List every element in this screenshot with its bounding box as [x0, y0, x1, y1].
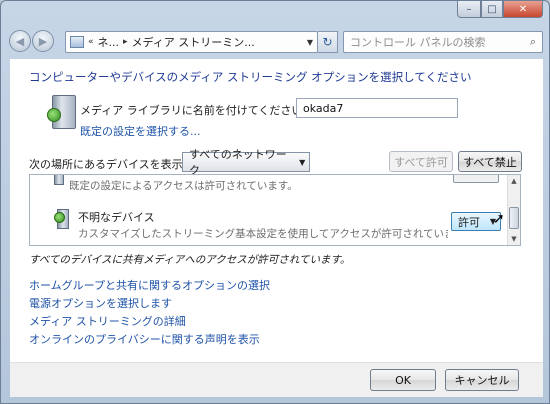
breadcrumb-separator[interactable]: ▸ [123, 37, 128, 47]
privacy-statement-link[interactable]: オンラインのプライバシーに関する声明を表示 [29, 331, 260, 347]
homegroup-options-link[interactable]: ホームグループと共有に関するオプションの選択 [29, 277, 270, 293]
library-name-input[interactable] [296, 98, 458, 118]
minimize-button[interactable]: – [457, 1, 481, 18]
caption-buttons: – □ ✕ [457, 1, 543, 18]
device-description: カスタマイズしたストリーミング基本設定を使用してアクセスが許可されていま... [78, 228, 448, 240]
streaming-details-link[interactable]: メディア ストリーミングの詳細 [29, 313, 186, 329]
search-icon[interactable]: ⌕ [524, 35, 542, 49]
search-placeholder: コントロール パネルの検索 [350, 36, 486, 49]
breadcrumb-network[interactable]: ネ... [98, 34, 120, 50]
maximize-button[interactable]: □ [481, 1, 503, 18]
media-library-icon [47, 95, 76, 129]
window: – □ ✕ ◀ ▶ « ネ... ▸ メディア ストリーミン... ▼ ↻ コン… [0, 0, 550, 404]
control-panel-icon [70, 36, 84, 48]
address-bar[interactable]: « ネ... ▸ メディア ストリーミン... ▼ [65, 31, 318, 53]
ok-button[interactable]: OK [370, 369, 436, 391]
scroll-down-icon[interactable]: ▼ [508, 233, 520, 245]
close-button[interactable]: ✕ [503, 1, 543, 18]
page-title: コンピューターやデバイスのメディア ストリーミング オプションを選択してください [29, 70, 472, 84]
breadcrumb-media-streaming[interactable]: メディア ストリーミン... [132, 34, 255, 50]
list-item[interactable]: 既定の設定によるアクセスは許可されています。 [30, 175, 508, 197]
device-name[interactable]: 不明なデバイス [78, 209, 155, 225]
allow-all-button[interactable]: すべて許可 [389, 151, 453, 172]
library-name-label: メディア ライブラリに名前を付けてください: [80, 104, 307, 117]
address-dropdown-icon[interactable]: ▼ [303, 38, 317, 47]
scrollbar[interactable]: ▲ ▼ [507, 175, 520, 245]
status-text: すべてのデバイスに共有メディアへのアクセスが許可されています。 [29, 254, 351, 266]
list-item[interactable]: 不明なデバイス カスタマイズしたストリーミング基本設定を使用してアクセスが許可さ… [30, 201, 508, 243]
device-icon [54, 175, 64, 185]
chevron-down-icon: ▼ [299, 157, 306, 167]
block-all-button[interactable]: すべて禁止 [458, 151, 522, 172]
dialog-footer: OK キャンセル [10, 362, 543, 397]
breadcrumb-overflow[interactable]: « [88, 37, 94, 47]
search-input[interactable]: コントロール パネルの検索 ⌕ [343, 31, 543, 53]
device-list: 既定の設定によるアクセスは許可されています。 不明なデバイス カスタマイズしたス… [29, 174, 521, 246]
network-select[interactable]: すべてのネットワーク ▼ [182, 148, 310, 177]
permission-value: 許可 [458, 215, 480, 229]
default-settings-link[interactable]: 既定の設定を選択する... [80, 123, 201, 139]
refresh-button[interactable]: ↻ [318, 31, 338, 53]
content-pane: コンピューターやデバイスのメディア ストリーミング オプションを選択してください… [10, 59, 543, 362]
back-button[interactable]: ◀ [9, 30, 31, 52]
mouse-cursor-icon: ➚ [493, 211, 505, 227]
device-icon [54, 209, 69, 229]
scroll-thumb[interactable] [509, 207, 519, 229]
permission-dropdown[interactable] [453, 175, 499, 183]
scroll-up-icon[interactable]: ▲ [508, 175, 520, 187]
navigation-bar: ◀ ▶ « ネ... ▸ メディア ストリーミン... ▼ ↻ コントロール パ… [1, 27, 550, 55]
forward-button[interactable]: ▶ [32, 30, 54, 52]
cancel-button[interactable]: キャンセル [445, 369, 519, 391]
show-devices-label: 次の場所にあるデバイスを表示: [29, 158, 187, 171]
device-description: 既定の設定によるアクセスは許可されています。 [69, 180, 298, 192]
power-options-link[interactable]: 電源オプションを選択します [29, 295, 172, 311]
